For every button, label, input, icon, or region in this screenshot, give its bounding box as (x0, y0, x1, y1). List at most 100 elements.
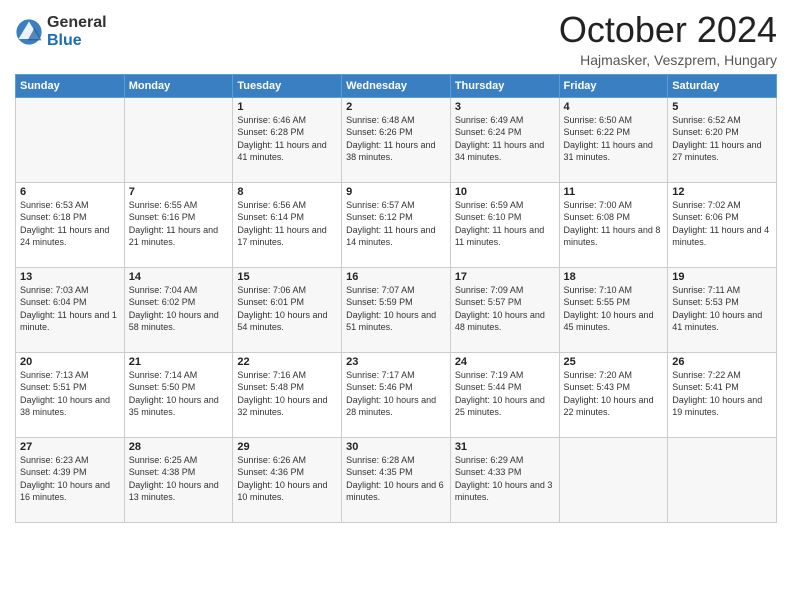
saturday-header: Saturday (668, 74, 777, 97)
calendar-week-3: 13Sunrise: 7:03 AM Sunset: 6:04 PM Dayli… (16, 267, 777, 352)
day-info: Sunrise: 6:25 AM Sunset: 4:38 PM Dayligh… (129, 454, 229, 504)
day-info: Sunrise: 7:00 AM Sunset: 6:08 PM Dayligh… (564, 199, 664, 249)
day-info: Sunrise: 7:11 AM Sunset: 5:53 PM Dayligh… (672, 284, 772, 334)
calendar-cell: 15Sunrise: 7:06 AM Sunset: 6:01 PM Dayli… (233, 267, 342, 352)
day-info: Sunrise: 7:06 AM Sunset: 6:01 PM Dayligh… (237, 284, 337, 334)
calendar-week-4: 20Sunrise: 7:13 AM Sunset: 5:51 PM Dayli… (16, 352, 777, 437)
calendar-cell: 18Sunrise: 7:10 AM Sunset: 5:55 PM Dayli… (559, 267, 668, 352)
day-number: 4 (564, 101, 664, 113)
calendar-cell: 28Sunrise: 6:25 AM Sunset: 4:38 PM Dayli… (124, 437, 233, 522)
calendar-cell: 4Sunrise: 6:50 AM Sunset: 6:22 PM Daylig… (559, 97, 668, 182)
day-number: 31 (455, 441, 555, 453)
calendar-cell: 11Sunrise: 7:00 AM Sunset: 6:08 PM Dayli… (559, 182, 668, 267)
calendar-cell: 25Sunrise: 7:20 AM Sunset: 5:43 PM Dayli… (559, 352, 668, 437)
day-number: 2 (346, 101, 446, 113)
day-info: Sunrise: 6:50 AM Sunset: 6:22 PM Dayligh… (564, 114, 664, 164)
day-info: Sunrise: 6:52 AM Sunset: 6:20 PM Dayligh… (672, 114, 772, 164)
calendar-cell: 13Sunrise: 7:03 AM Sunset: 6:04 PM Dayli… (16, 267, 125, 352)
sunday-header: Sunday (16, 74, 125, 97)
day-number: 12 (672, 186, 772, 198)
day-number: 29 (237, 441, 337, 453)
calendar-week-2: 6Sunrise: 6:53 AM Sunset: 6:18 PM Daylig… (16, 182, 777, 267)
calendar-cell: 6Sunrise: 6:53 AM Sunset: 6:18 PM Daylig… (16, 182, 125, 267)
day-info: Sunrise: 6:48 AM Sunset: 6:26 PM Dayligh… (346, 114, 446, 164)
day-number: 25 (564, 356, 664, 368)
day-number: 11 (564, 186, 664, 198)
logo-icon (15, 18, 43, 46)
day-number: 27 (20, 441, 120, 453)
day-number: 16 (346, 271, 446, 283)
tuesday-header: Tuesday (233, 74, 342, 97)
calendar-cell: 2Sunrise: 6:48 AM Sunset: 6:26 PM Daylig… (342, 97, 451, 182)
day-number: 18 (564, 271, 664, 283)
calendar-week-1: 1Sunrise: 6:46 AM Sunset: 6:28 PM Daylig… (16, 97, 777, 182)
calendar-container: General Blue October 2024 Hajmasker, Ves… (0, 0, 792, 533)
day-number: 9 (346, 186, 446, 198)
day-number: 1 (237, 101, 337, 113)
calendar-cell: 3Sunrise: 6:49 AM Sunset: 6:24 PM Daylig… (450, 97, 559, 182)
month-title: October 2024 (559, 10, 777, 50)
day-info: Sunrise: 7:02 AM Sunset: 6:06 PM Dayligh… (672, 199, 772, 249)
calendar-cell: 24Sunrise: 7:19 AM Sunset: 5:44 PM Dayli… (450, 352, 559, 437)
day-number: 24 (455, 356, 555, 368)
day-info: Sunrise: 7:09 AM Sunset: 5:57 PM Dayligh… (455, 284, 555, 334)
calendar-cell: 17Sunrise: 7:09 AM Sunset: 5:57 PM Dayli… (450, 267, 559, 352)
calendar-cell: 19Sunrise: 7:11 AM Sunset: 5:53 PM Dayli… (668, 267, 777, 352)
logo: General Blue (15, 14, 107, 49)
day-number: 10 (455, 186, 555, 198)
calendar-cell: 22Sunrise: 7:16 AM Sunset: 5:48 PM Dayli… (233, 352, 342, 437)
day-info: Sunrise: 6:59 AM Sunset: 6:10 PM Dayligh… (455, 199, 555, 249)
day-number: 6 (20, 186, 120, 198)
friday-header: Friday (559, 74, 668, 97)
day-info: Sunrise: 6:29 AM Sunset: 4:33 PM Dayligh… (455, 454, 555, 504)
day-number: 7 (129, 186, 229, 198)
calendar-week-5: 27Sunrise: 6:23 AM Sunset: 4:39 PM Dayli… (16, 437, 777, 522)
location-subtitle: Hajmasker, Veszprem, Hungary (559, 52, 777, 68)
calendar-cell: 14Sunrise: 7:04 AM Sunset: 6:02 PM Dayli… (124, 267, 233, 352)
day-number: 14 (129, 271, 229, 283)
logo-text: General Blue (47, 14, 107, 49)
calendar-cell: 26Sunrise: 7:22 AM Sunset: 5:41 PM Dayli… (668, 352, 777, 437)
day-info: Sunrise: 7:13 AM Sunset: 5:51 PM Dayligh… (20, 369, 120, 419)
day-info: Sunrise: 6:46 AM Sunset: 6:28 PM Dayligh… (237, 114, 337, 164)
title-area: October 2024 Hajmasker, Veszprem, Hungar… (559, 10, 777, 68)
day-info: Sunrise: 7:20 AM Sunset: 5:43 PM Dayligh… (564, 369, 664, 419)
days-of-week-row: Sunday Monday Tuesday Wednesday Thursday… (16, 74, 777, 97)
day-info: Sunrise: 6:26 AM Sunset: 4:36 PM Dayligh… (237, 454, 337, 504)
day-number: 19 (672, 271, 772, 283)
thursday-header: Thursday (450, 74, 559, 97)
calendar-header-row: Sunday Monday Tuesday Wednesday Thursday… (16, 74, 777, 97)
day-number: 23 (346, 356, 446, 368)
day-info: Sunrise: 7:04 AM Sunset: 6:02 PM Dayligh… (129, 284, 229, 334)
calendar-cell: 29Sunrise: 6:26 AM Sunset: 4:36 PM Dayli… (233, 437, 342, 522)
day-info: Sunrise: 6:57 AM Sunset: 6:12 PM Dayligh… (346, 199, 446, 249)
day-info: Sunrise: 6:56 AM Sunset: 6:14 PM Dayligh… (237, 199, 337, 249)
calendar-cell: 5Sunrise: 6:52 AM Sunset: 6:20 PM Daylig… (668, 97, 777, 182)
calendar-cell: 7Sunrise: 6:55 AM Sunset: 6:16 PM Daylig… (124, 182, 233, 267)
day-number: 8 (237, 186, 337, 198)
day-number: 28 (129, 441, 229, 453)
logo-general: General (47, 14, 107, 32)
day-info: Sunrise: 7:22 AM Sunset: 5:41 PM Dayligh… (672, 369, 772, 419)
calendar-cell: 8Sunrise: 6:56 AM Sunset: 6:14 PM Daylig… (233, 182, 342, 267)
day-info: Sunrise: 6:28 AM Sunset: 4:35 PM Dayligh… (346, 454, 446, 504)
calendar-cell: 23Sunrise: 7:17 AM Sunset: 5:46 PM Dayli… (342, 352, 451, 437)
day-info: Sunrise: 7:03 AM Sunset: 6:04 PM Dayligh… (20, 284, 120, 334)
calendar-table: Sunday Monday Tuesday Wednesday Thursday… (15, 74, 777, 523)
day-number: 20 (20, 356, 120, 368)
calendar-cell (124, 97, 233, 182)
calendar-cell (559, 437, 668, 522)
day-number: 21 (129, 356, 229, 368)
calendar-cell: 12Sunrise: 7:02 AM Sunset: 6:06 PM Dayli… (668, 182, 777, 267)
day-info: Sunrise: 6:49 AM Sunset: 6:24 PM Dayligh… (455, 114, 555, 164)
day-number: 15 (237, 271, 337, 283)
calendar-cell: 21Sunrise: 7:14 AM Sunset: 5:50 PM Dayli… (124, 352, 233, 437)
day-number: 30 (346, 441, 446, 453)
day-info: Sunrise: 6:23 AM Sunset: 4:39 PM Dayligh… (20, 454, 120, 504)
day-number: 5 (672, 101, 772, 113)
calendar-body: 1Sunrise: 6:46 AM Sunset: 6:28 PM Daylig… (16, 97, 777, 522)
day-info: Sunrise: 7:16 AM Sunset: 5:48 PM Dayligh… (237, 369, 337, 419)
day-number: 13 (20, 271, 120, 283)
calendar-cell: 16Sunrise: 7:07 AM Sunset: 5:59 PM Dayli… (342, 267, 451, 352)
calendar-header: General Blue October 2024 Hajmasker, Ves… (15, 10, 777, 68)
